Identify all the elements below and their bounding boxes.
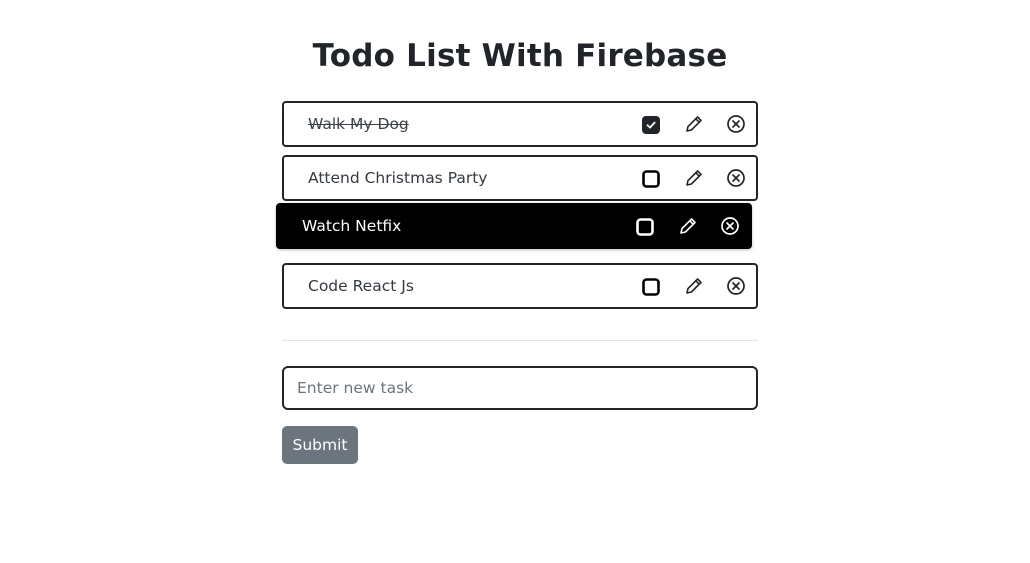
todo-item[interactable]: Walk My Dog: [282, 101, 758, 147]
todo-label: Attend Christmas Party: [308, 169, 488, 187]
checkbox-icon[interactable]: [642, 170, 660, 188]
todo-item[interactable]: Code React Js: [282, 263, 758, 309]
todo-label: Code React Js: [308, 277, 414, 295]
new-task-input[interactable]: [282, 366, 758, 410]
pencil-icon[interactable]: [684, 276, 704, 296]
pencil-icon[interactable]: [684, 168, 704, 188]
todo-label: Watch Netfix: [302, 217, 402, 235]
checkbox-icon[interactable]: [636, 218, 654, 236]
divider: [282, 340, 758, 341]
close-circle-icon[interactable]: [726, 114, 746, 134]
checkbox-icon[interactable]: [642, 116, 660, 134]
submit-button[interactable]: Submit: [282, 426, 358, 464]
todo-label: Walk My Dog: [308, 115, 409, 133]
close-circle-icon[interactable]: [720, 216, 740, 236]
checkbox-icon[interactable]: [642, 278, 660, 296]
todo-app: Todo List With Firebase Walk My Dog Atte…: [0, 0, 1030, 563]
todo-item[interactable]: Attend Christmas Party: [282, 155, 758, 201]
pencil-icon[interactable]: [678, 216, 698, 236]
pencil-icon[interactable]: [684, 114, 704, 134]
close-circle-icon[interactable]: [726, 276, 746, 296]
page-title: Todo List With Firebase: [312, 38, 728, 74]
close-circle-icon[interactable]: [726, 168, 746, 188]
todo-item-dragging[interactable]: Watch Netfix: [276, 203, 752, 249]
